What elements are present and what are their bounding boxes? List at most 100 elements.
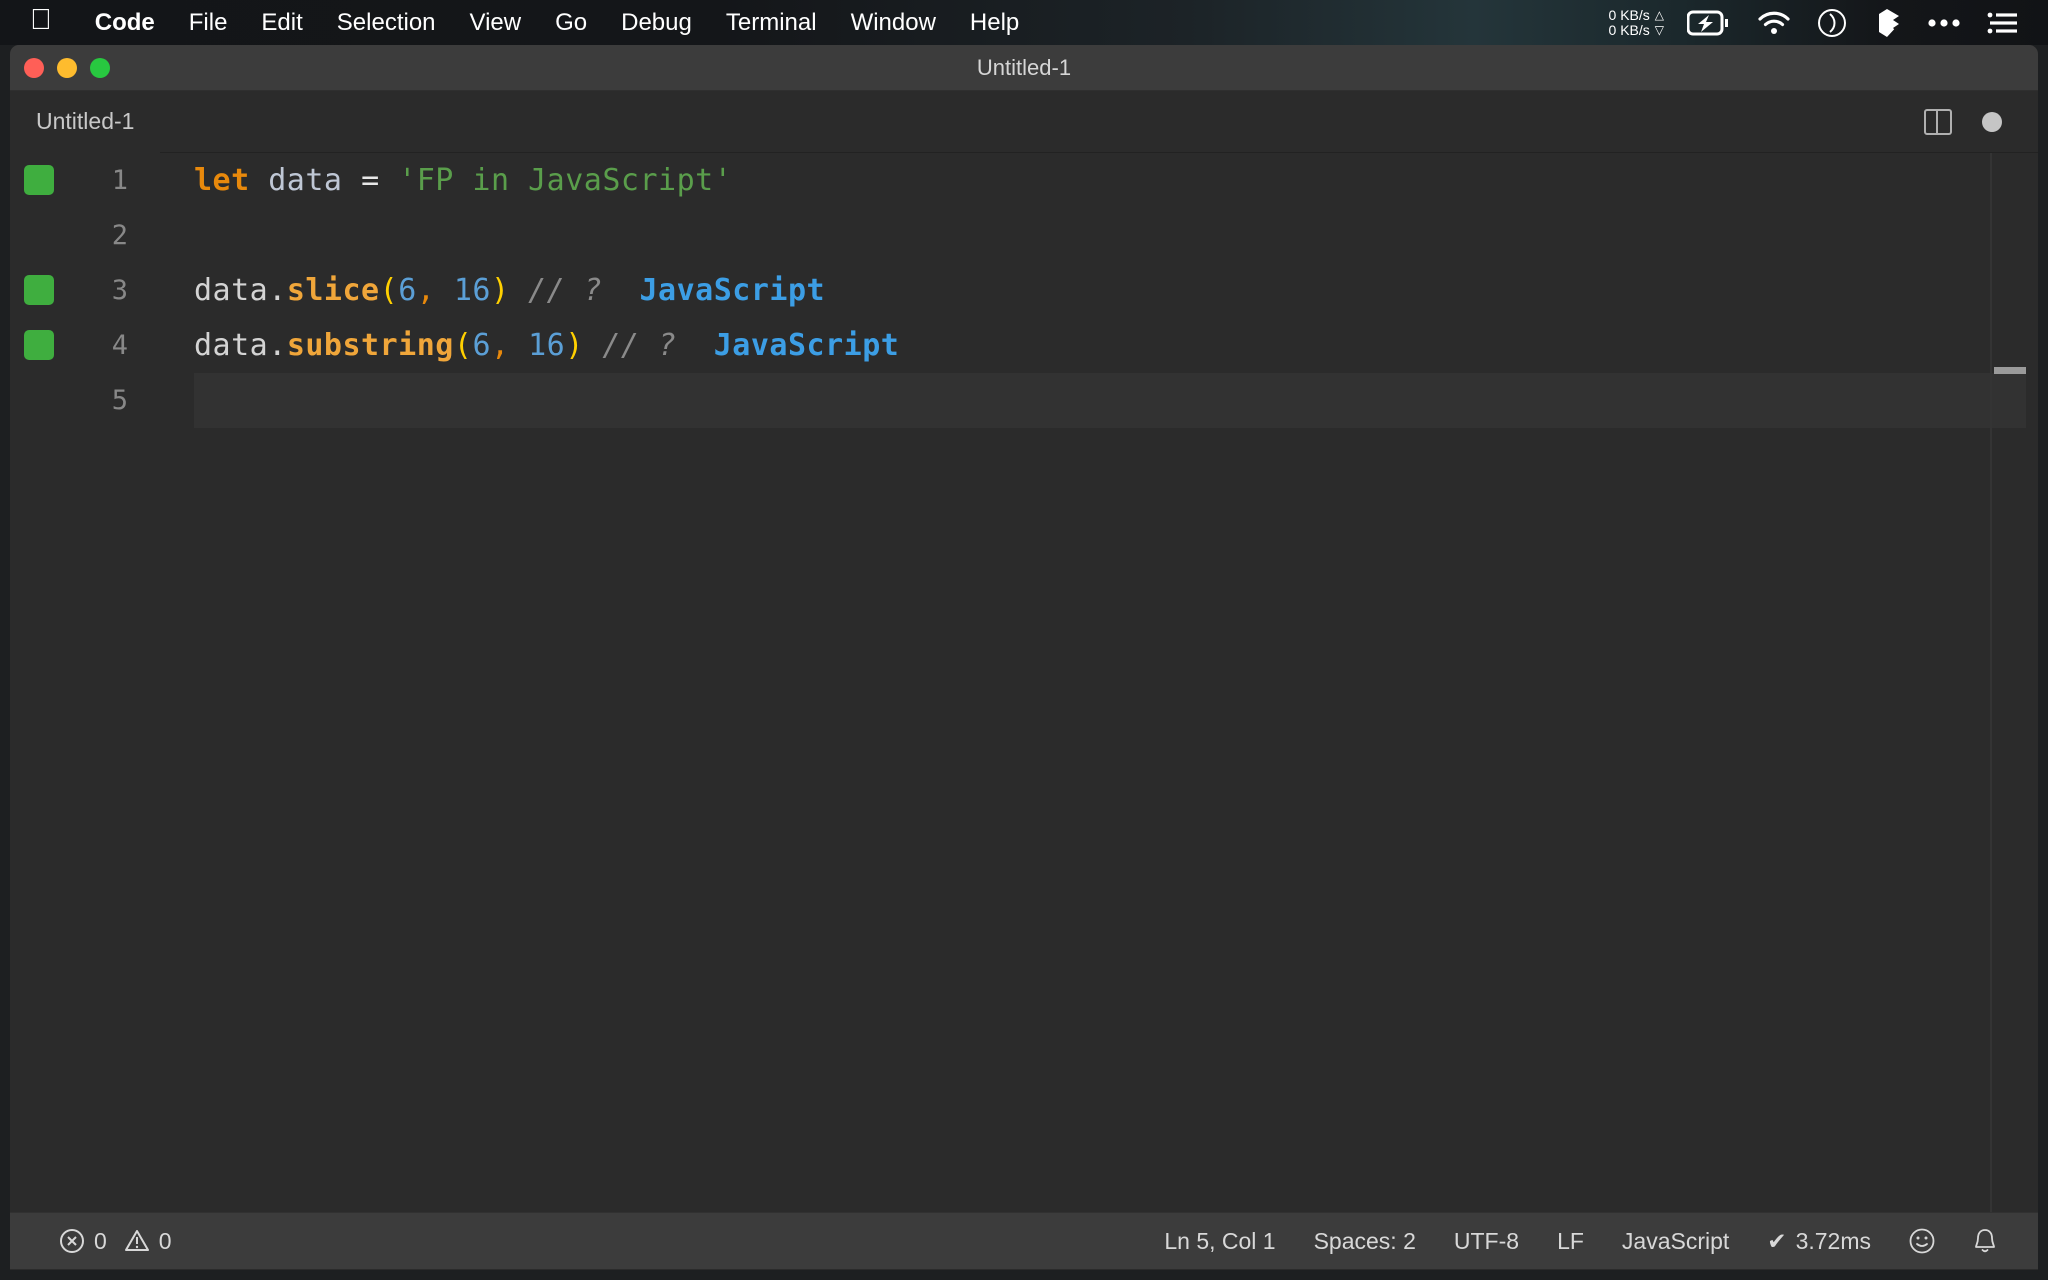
upload-arrow-icon: △ xyxy=(1654,7,1664,22)
window-title: Untitled-1 xyxy=(976,54,1072,80)
menubar-item-view[interactable]: View xyxy=(453,9,539,37)
menubar-item-go[interactable]: Go xyxy=(538,9,604,37)
menubar-status-icons: 0 KB/s 0 KB/s △ ▽ xyxy=(1609,0,2048,45)
token-paren: ( xyxy=(453,328,473,363)
encoding-setting[interactable]: UTF-8 xyxy=(1435,1228,1538,1255)
editor-tabbar: Untitled-1 xyxy=(10,90,2038,153)
token-paren: ) xyxy=(565,328,584,363)
menubar-item-window[interactable]: Window xyxy=(834,9,953,37)
token-var: data xyxy=(268,163,343,198)
code-line[interactable]: 5 xyxy=(10,373,2038,428)
network-upload-speed: 0 KB/s xyxy=(1608,6,1650,23)
code-line[interactable]: 1 let data = 'FP in JavaScript' xyxy=(10,153,2038,208)
dropbox-icon[interactable] xyxy=(1860,0,1914,45)
menubar-item-edit[interactable]: Edit xyxy=(244,9,319,37)
token-op: = xyxy=(361,163,380,198)
notifications-button[interactable] xyxy=(1954,1227,2016,1255)
minimize-button[interactable] xyxy=(57,57,77,78)
token-fn: slice xyxy=(286,273,380,308)
token-result: JavaScript xyxy=(713,328,900,363)
vscode-window: Untitled-1 Untitled-1 1 let data = 'FP in… xyxy=(10,45,2038,1270)
status-bar-left: 0 0 xyxy=(40,1228,191,1255)
eol-setting[interactable]: LF xyxy=(1538,1228,1603,1255)
token-kw: let xyxy=(194,163,250,198)
quokka-marker-icon xyxy=(24,165,54,195)
code-line[interactable]: 4 data.substring(6, 16) // ? JavaScript xyxy=(10,318,2038,373)
ellipsis-icon[interactable] xyxy=(1914,0,1974,45)
error-icon xyxy=(60,1229,84,1253)
menubar-item-debug[interactable]: Debug xyxy=(604,9,709,37)
token-num: 16 xyxy=(453,273,491,308)
code-text: data.substring(6, 16) // ? JavaScript xyxy=(142,328,899,363)
warning-icon xyxy=(124,1230,149,1251)
language-mode[interactable]: JavaScript xyxy=(1603,1228,1748,1255)
macos-menubar:  CodeFileEditSelectionViewGoDebugTermin… xyxy=(0,0,2048,45)
code-lines: 1 let data = 'FP in JavaScript' 2 3 data.sli… xyxy=(10,153,2038,428)
line-number: 2 xyxy=(111,220,128,251)
close-button[interactable] xyxy=(24,57,44,78)
status-bar: 0 0 Ln 5, Col 1 Spaces: 2 UTF-8 LF JavaS… xyxy=(10,1212,2038,1269)
battery-charging-icon[interactable] xyxy=(1674,0,1744,45)
menubar-item-file[interactable]: File xyxy=(172,9,245,37)
token-fn: substring xyxy=(286,328,454,363)
token-plain: data xyxy=(194,328,269,363)
code-editor[interactable]: 1 let data = 'FP in JavaScript' 2 3 data.sli… xyxy=(10,153,2038,1212)
smiley-icon xyxy=(1909,1228,1935,1254)
code-text: data.slice(6, 16) // ? JavaScript xyxy=(142,273,825,308)
list-icon[interactable] xyxy=(1974,0,2030,45)
token-comma: , xyxy=(416,273,436,308)
clock-icon[interactable] xyxy=(1804,0,1860,45)
token-plain: data xyxy=(194,273,269,308)
token-comment: // ? xyxy=(528,273,603,308)
runtime-value: 3.72ms xyxy=(1795,1227,1871,1254)
token-result: JavaScript xyxy=(639,273,826,308)
status-bar-right: Ln 5, Col 1 Spaces: 2 UTF-8 LF JavaScrip… xyxy=(1145,1227,2038,1255)
problems-indicator[interactable]: 0 0 xyxy=(40,1228,191,1255)
bell-icon xyxy=(1975,1229,1995,1253)
line-number: 5 xyxy=(111,385,128,416)
feedback-button[interactable] xyxy=(1890,1227,1954,1255)
maximize-button[interactable] xyxy=(90,57,110,78)
token-plain: . xyxy=(268,328,287,363)
split-editor-icon[interactable] xyxy=(1924,108,1952,135)
check-icon: ✔ xyxy=(1767,1227,1787,1254)
code-line[interactable]: 2 xyxy=(10,208,2038,263)
traffic-light-controls xyxy=(24,57,110,78)
menubar-item-selection[interactable]: Selection xyxy=(320,9,453,37)
indentation-setting[interactable]: Spaces: 2 xyxy=(1295,1228,1435,1255)
code-text: let data = 'FP in JavaScript' xyxy=(142,163,732,198)
token-num: 6 xyxy=(472,328,491,363)
quokka-marker-icon xyxy=(24,330,54,360)
editor-scrollbar[interactable] xyxy=(1990,153,1992,1212)
tabbar-actions xyxy=(1924,108,2038,135)
menubar-item-code[interactable]: Code xyxy=(78,9,172,37)
wifi-icon[interactable] xyxy=(1744,0,1804,45)
tab-untitled-1[interactable]: Untitled-1 xyxy=(10,90,161,153)
token-str: 'FP in JavaScript' xyxy=(398,163,733,198)
token-num: 16 xyxy=(528,328,566,363)
menubar-item-terminal[interactable]: Terminal xyxy=(709,9,834,37)
unsaved-changes-icon[interactable] xyxy=(1982,111,2002,132)
quokka-runtime[interactable]: ✔ 3.72ms xyxy=(1748,1228,1890,1255)
menubar-items: Code File Edit Selection View Go Debug Terminal… xyxy=(78,9,1037,37)
code-line[interactable]: 3 data.slice(6, 16) // ? JavaScript xyxy=(10,263,2038,318)
cursor-position[interactable]: Ln 5, Col 1 xyxy=(1145,1228,1294,1255)
token-plain: . xyxy=(268,273,287,308)
menubar-item-help[interactable]: Help xyxy=(953,9,1036,37)
tab-label: Untitled-1 xyxy=(36,108,135,134)
apple-logo-icon[interactable]:  xyxy=(30,6,52,35)
error-count: 0 xyxy=(94,1227,107,1254)
warning-count: 0 xyxy=(158,1227,172,1254)
download-arrow-icon: ▽ xyxy=(1654,22,1664,37)
network-speed-indicator[interactable]: 0 KB/s 0 KB/s △ ▽ xyxy=(1608,6,1664,38)
token-paren: ( xyxy=(379,273,399,308)
